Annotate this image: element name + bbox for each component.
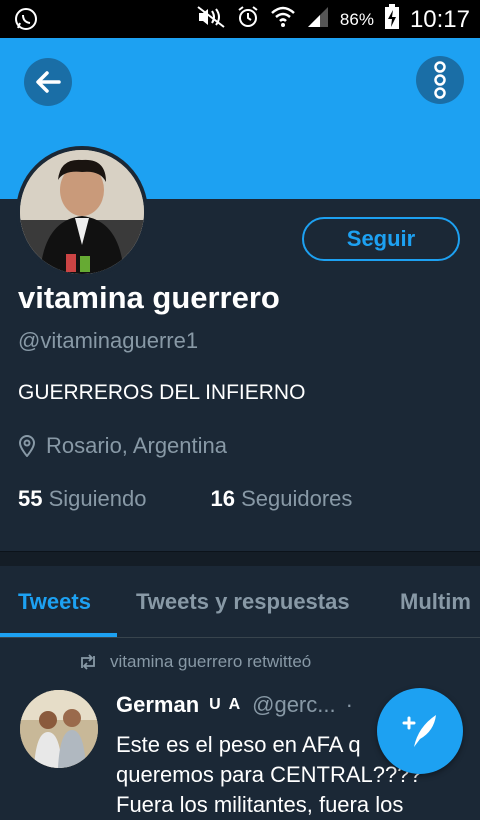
tweet-header: German U A @gerc... ·: [116, 692, 353, 718]
clock: 10:17: [409, 5, 470, 33]
section-divider: [0, 551, 480, 566]
tweet-author-flag: U A: [209, 696, 243, 713]
signal-icon: [306, 5, 330, 34]
more-options-button[interactable]: [416, 56, 464, 104]
compose-tweet-button[interactable]: [377, 688, 463, 774]
retweet-context: vitamina guerrero retwitteó: [78, 652, 311, 672]
arrow-left-icon: [36, 71, 61, 93]
profile-avatar[interactable]: [16, 146, 148, 278]
followers-stat[interactable]: 16 Seguidores: [210, 486, 352, 512]
battery-charging-icon: [384, 4, 400, 35]
wifi-icon: [270, 5, 296, 34]
status-bar: 86% 10:17: [0, 0, 480, 38]
tweet-line: Fuera los militantes, fuera los: [116, 792, 404, 817]
followers-count: 16: [210, 486, 235, 511]
location-text: Rosario, Argentina: [46, 433, 227, 458]
followers-label: Seguidores: [241, 486, 353, 511]
tab-tweets[interactable]: Tweets: [18, 589, 91, 615]
alarm-icon: [236, 5, 260, 34]
tab-tweets-replies[interactable]: Tweets y respuestas: [136, 589, 350, 615]
back-button[interactable]: [24, 58, 72, 106]
tab-media[interactable]: Multim: [400, 589, 471, 615]
following-label: Siguiendo: [48, 486, 147, 511]
mute-icon: [196, 5, 226, 34]
tweet-separator: ·: [345, 692, 353, 717]
profile-tabs: Tweets Tweets y respuestas Multim: [0, 565, 480, 638]
whatsapp-icon: [14, 7, 38, 36]
profile-name: vitamina guerrero: [18, 280, 280, 315]
profile-stats: 55 Siguiendo 16 Seguidores: [18, 486, 352, 512]
profile-bio: GUERREROS DEL INFIERNO: [18, 381, 306, 404]
active-tab-indicator: [0, 633, 117, 637]
compose-tweet-icon: [402, 715, 436, 747]
follow-button[interactable]: Seguir: [302, 217, 460, 261]
profile-handle: @vitaminaguerre1: [18, 328, 199, 353]
retweet-text: vitamina guerrero retwitteó: [110, 652, 312, 671]
following-count: 55: [18, 486, 43, 511]
location-pin-icon: [18, 435, 36, 457]
battery-percent: 86%: [339, 9, 374, 29]
more-vertical-icon: [434, 61, 446, 99]
retweet-icon: [81, 654, 95, 670]
tweet-author-handle: @gerc...: [252, 692, 336, 717]
tweet-author-name[interactable]: German: [116, 692, 199, 718]
profile-location: Rosario, Argentina: [18, 433, 227, 459]
tweet-author-avatar[interactable]: [20, 690, 98, 768]
following-stat[interactable]: 55 Siguiendo: [18, 486, 146, 512]
